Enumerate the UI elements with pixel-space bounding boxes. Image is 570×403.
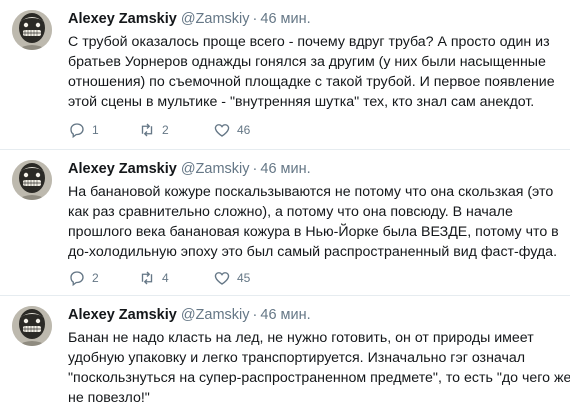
retweet-count: 4 — [162, 271, 169, 285]
tweet-text-line: до-холодильную эпоху это был самый распр… — [68, 244, 558, 260]
retweet-button[interactable]: 2 — [138, 120, 169, 140]
tweet-text-line: отношения) по съемочной площадке с такой… — [68, 74, 555, 90]
heart-icon — [214, 124, 230, 137]
tweet-actions: 2 4 45 — [68, 268, 368, 288]
tweet[interactable]: Alexey Zamskiy @Zamskiy · 46 мин. С трубой … — [0, 0, 570, 150]
author-name[interactable]: Alexey Zamskiy — [68, 161, 177, 177]
tweet-text-line: "поскользнуться на супер-распространенно… — [68, 370, 570, 386]
reply-count: 2 — [92, 271, 99, 285]
like-count: 45 — [237, 271, 251, 285]
tweet-text-line: С трубой оказалось проще всего - почему … — [68, 34, 550, 50]
separator-dot: · — [252, 11, 258, 27]
tweet-text: На банановой кожуре поскальзываются не п… — [68, 182, 560, 262]
author-handle[interactable]: @Zamskiy — [181, 11, 250, 27]
tweet-text-line: На банановой кожуре поскальзываются не п… — [68, 184, 554, 200]
tweet-text-line: этой сцены в мультике - "внутренняя шутк… — [68, 94, 535, 110]
tweet-text-line: как раз сравнительно сложно), а потому ч… — [68, 204, 513, 220]
author-handle[interactable]: @Zamskiy — [181, 307, 250, 323]
tweet[interactable]: Alexey Zamskiy @Zamskiy · 46 мин. На банано… — [0, 150, 570, 296]
retweet-icon — [141, 271, 153, 285]
reply-icon — [70, 271, 84, 287]
avatar[interactable] — [12, 10, 52, 50]
retweet-icon — [141, 123, 153, 137]
reply-button[interactable]: 1 — [68, 120, 99, 140]
like-count: 46 — [237, 123, 251, 137]
author-name[interactable]: Alexey Zamskiy — [68, 11, 177, 27]
tweet-timestamp[interactable]: 46 мин. — [260, 307, 310, 323]
retweet-button[interactable]: 4 — [138, 268, 169, 288]
avatar[interactable] — [12, 160, 52, 200]
author-handle[interactable]: @Zamskiy — [181, 161, 250, 177]
tweet-text-line: Банан не надо класть на лед, не нужно го… — [68, 330, 534, 346]
tweet-text: С трубой оказалось проще всего - почему … — [68, 32, 560, 112]
tweet-text-line: удобную упаковку и легко транспортируетс… — [68, 350, 526, 366]
heart-icon — [214, 272, 230, 285]
author-name[interactable]: Alexey Zamskiy — [68, 307, 177, 323]
like-button[interactable]: 45 — [213, 268, 250, 288]
reply-icon — [70, 123, 84, 139]
tweet-timestamp[interactable]: 46 мин. — [260, 161, 310, 177]
tweet-text-line: не повезло!" — [68, 390, 150, 403]
avatar[interactable] — [12, 306, 52, 346]
tweet-text: Банан не надо класть на лед, не нужно го… — [68, 328, 570, 403]
separator-dot: · — [252, 161, 258, 177]
separator-dot: · — [252, 307, 258, 323]
tweet-header: Alexey Zamskiy @Zamskiy · 46 мин. — [68, 160, 311, 178]
tweet-header: Alexey Zamskiy @Zamskiy · 46 мин. — [68, 10, 311, 28]
tweet-timestamp[interactable]: 46 мин. — [260, 11, 310, 27]
like-button[interactable]: 46 — [213, 120, 250, 140]
tweet-text-line: прошлого века банановая кожура в Нью-Йор… — [68, 224, 559, 240]
reply-button[interactable]: 2 — [68, 268, 99, 288]
retweet-count: 2 — [162, 123, 169, 137]
tweet-header: Alexey Zamskiy @Zamskiy · 46 мин. — [68, 306, 311, 324]
reply-count: 1 — [92, 123, 99, 137]
tweet-text-line: братьев Уорнеров однажды гонялся за друг… — [68, 54, 546, 70]
tweet[interactable]: Alexey Zamskiy @Zamskiy · 46 мин. Банан не … — [0, 296, 570, 403]
tweet-actions: 1 2 46 — [68, 120, 368, 140]
